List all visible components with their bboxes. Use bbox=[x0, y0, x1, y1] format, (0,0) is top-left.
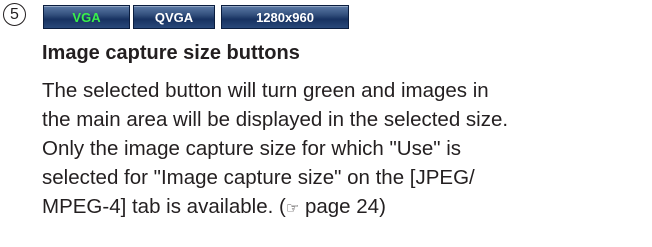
page-reference: page 24) bbox=[299, 195, 386, 218]
description-line-5-text: MPEG-4] tab is available. ( bbox=[42, 195, 286, 218]
item-number-marker: 5 bbox=[3, 3, 26, 26]
vga-button[interactable]: VGA bbox=[43, 5, 130, 29]
1280x960-button[interactable]: 1280x960 bbox=[221, 5, 349, 29]
description-line-2: the main area will be displayed in the s… bbox=[42, 108, 509, 131]
description-line-1: The selected button will turn green and … bbox=[42, 79, 489, 102]
description-line-4: selected for "Image capture size" on the… bbox=[42, 166, 475, 189]
item-number: 5 bbox=[10, 5, 19, 23]
description-line-3: Only the image capture size for which "U… bbox=[42, 137, 462, 160]
description: The selected button will turn green and … bbox=[42, 76, 508, 223]
description-line-5: MPEG-4] tab is available. (☞ page 24) bbox=[42, 192, 508, 223]
pointing-hand-icon: ☞ bbox=[285, 200, 300, 217]
qvga-button[interactable]: QVGA bbox=[133, 5, 215, 29]
section-heading: Image capture size buttons bbox=[42, 42, 300, 64]
